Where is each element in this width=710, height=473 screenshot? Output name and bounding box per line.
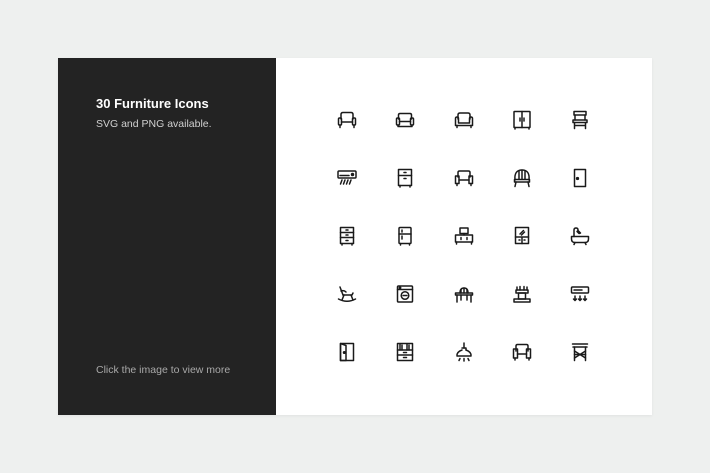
door-icon xyxy=(569,167,591,189)
armchair-icon xyxy=(336,109,358,131)
dining-table-icon xyxy=(453,283,475,305)
page-title: 30 Furniture Icons xyxy=(96,96,209,111)
refrigerator-icon xyxy=(394,225,416,247)
air-heater-icon xyxy=(569,283,591,305)
air-conditioner-icon xyxy=(336,167,358,189)
sofa-icon xyxy=(394,109,416,131)
tv-stand-icon xyxy=(453,225,475,247)
couch-icon xyxy=(453,109,475,131)
loveseat-icon xyxy=(453,167,475,189)
info-panel: 30 Furniture Icons SVG and PNG available… xyxy=(58,58,276,415)
bookshelf-icon xyxy=(394,341,416,363)
washing-machine-icon xyxy=(394,283,416,305)
rocking-chair-icon xyxy=(336,283,358,305)
subtitle: SVG and PNG available. xyxy=(96,118,212,130)
ceiling-lamp-icon xyxy=(453,341,475,363)
nightstand-icon xyxy=(394,167,416,189)
sofa-chair-icon xyxy=(511,341,533,363)
wicker-chair-icon xyxy=(511,167,533,189)
icon-grid xyxy=(276,58,652,415)
preview-card[interactable]: 30 Furniture Icons SVG and PNG available… xyxy=(58,58,652,415)
side-table-icon xyxy=(569,341,591,363)
bathtub-icon xyxy=(569,225,591,247)
chair-icon xyxy=(569,109,591,131)
view-more-link[interactable]: Click the image to view more xyxy=(96,364,230,376)
wardrobe-icon xyxy=(511,109,533,131)
drawer-cabinet-icon xyxy=(336,225,358,247)
open-door-icon xyxy=(336,341,358,363)
glass-cabinet-icon xyxy=(511,225,533,247)
fireplace-icon xyxy=(511,283,533,305)
